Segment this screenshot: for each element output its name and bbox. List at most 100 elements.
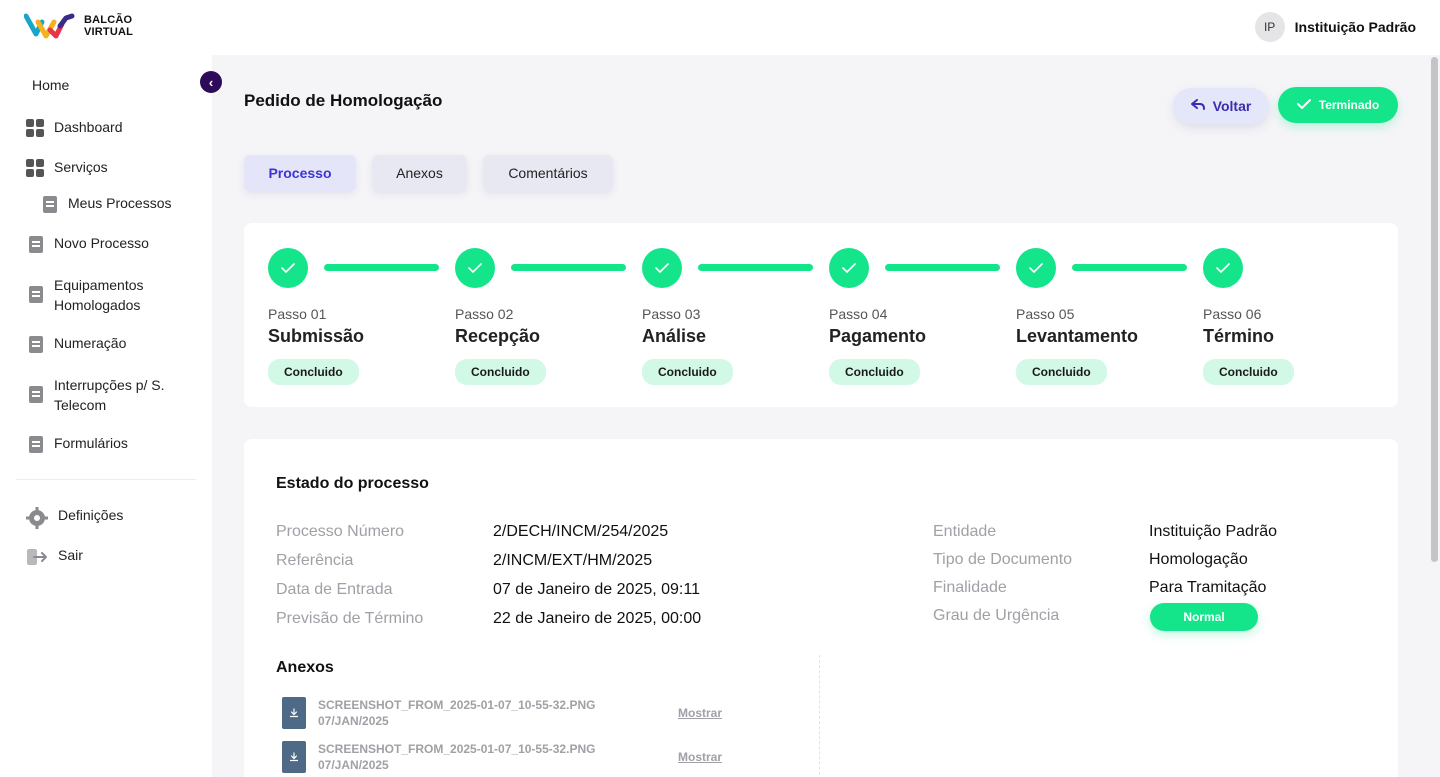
entidade-label: Entidade <box>933 523 997 540</box>
sidebar-item-label: Formulários <box>54 435 128 451</box>
app-logo[interactable]: BALCÃO VIRTUAL <box>23 12 133 40</box>
status-label: Terminado <box>1318 98 1380 112</box>
user-name: Instituição Padrão <box>1294 19 1416 35</box>
attachment-name: SCREENSHOT_FROM_2025-01-07_10-55-32.PNG <box>318 698 596 712</box>
step-name: Submissão <box>268 326 365 346</box>
show-attachment-link[interactable]: Mostrar <box>678 706 722 720</box>
gear-icon <box>26 507 48 529</box>
process-info-card: Estado do processo Processo Número 2/DEC… <box>244 439 1398 777</box>
sidebar-item-sair[interactable]: Sair <box>26 547 83 567</box>
step-levantamento: Passo 05 Levantamento Concluido <box>1016 248 1196 385</box>
status-badge: Concluido <box>1203 359 1294 385</box>
tab-processo[interactable]: Processo <box>244 155 356 191</box>
document-icon <box>26 385 46 405</box>
processo-numero-label: Processo Número <box>276 523 405 540</box>
show-attachment-link[interactable]: Mostrar <box>678 750 722 764</box>
sidebar-item-equipamentos[interactable]: Equipamentos Homologados <box>26 275 166 315</box>
previsao-termino-label: Previsão de Término <box>276 610 424 627</box>
sidebar-item-interrupcoes[interactable]: Interrupções p/ S. Telecom <box>26 375 186 415</box>
sidebar-item-label: Home <box>32 77 70 93</box>
check-circle-icon <box>268 248 308 288</box>
grid-icon <box>26 119 46 139</box>
step-number: Passo 02 <box>455 306 514 322</box>
sidebar-item-label: Sair <box>58 547 83 563</box>
column-divider <box>819 655 820 777</box>
document-icon <box>26 235 46 255</box>
step-submissao: Passo 01 Submissão Concluido <box>268 248 448 385</box>
document-icon <box>26 335 46 355</box>
top-header: BALCÃO VIRTUAL IP Instituição Padrão <box>0 0 1440 55</box>
logo-mark-icon <box>23 12 76 40</box>
check-circle-icon <box>455 248 495 288</box>
step-name: Análise <box>642 326 707 346</box>
back-button[interactable]: Voltar <box>1173 88 1269 124</box>
logo-text: BALCÃO VIRTUAL <box>84 14 133 38</box>
sidebar-item-definicoes[interactable]: Definições <box>26 507 124 529</box>
sidebar: Home Dashboard Serviços Meus Processos N… <box>0 55 212 777</box>
step-name: Levantamento <box>1016 326 1139 346</box>
attachment-info: SCREENSHOT_FROM_2025-01-07_10-55-32.PNG … <box>318 741 595 773</box>
tipo-documento-label: Tipo de Documento <box>933 551 1073 568</box>
sidebar-item-label: Equipamentos Homologados <box>54 277 144 313</box>
status-badge: Concluido <box>829 359 920 385</box>
sidebar-item-label: Definições <box>58 507 124 523</box>
data-entrada-value: 07 de Janeiro de 2025, 09:11 <box>493 581 700 598</box>
referencia-value: 2/INCM/EXT/HM/2025 <box>493 552 653 569</box>
back-button-label: Voltar <box>1212 98 1252 114</box>
step-number: Passo 06 <box>1203 306 1262 322</box>
file-download-icon[interactable] <box>282 697 306 729</box>
attachment-row: SCREENSHOT_FROM_2025-01-07_10-55-32.PNG … <box>282 697 595 729</box>
check-circle-icon <box>1203 248 1243 288</box>
document-icon <box>26 435 46 455</box>
attachment-name: SCREENSHOT_FROM_2025-01-07_10-55-32.PNG <box>318 742 596 756</box>
tab-comentarios[interactable]: Comentários <box>483 155 613 191</box>
step-recepcao: Passo 02 Recepção Concluido <box>455 248 635 385</box>
sidebar-item-label: Meus Processos <box>68 195 172 211</box>
step-number: Passo 03 <box>642 306 701 322</box>
attachment-info: SCREENSHOT_FROM_2025-01-07_10-55-32.PNG … <box>318 697 595 729</box>
sidebar-item-dashboard[interactable]: Dashboard <box>26 119 123 139</box>
referencia-label: Referência <box>276 552 354 569</box>
sidebar-item-meus-processos[interactable]: Meus Processos <box>40 195 171 215</box>
attachment-row: SCREENSHOT_FROM_2025-01-07_10-55-32.PNG … <box>282 741 595 773</box>
previsao-termino-value: 22 de Janeiro de 2025, 00:00 <box>493 610 702 627</box>
sidebar-divider <box>16 479 196 480</box>
step-number: Passo 01 <box>268 306 327 322</box>
vertical-scrollbar[interactable] <box>1428 55 1440 777</box>
finalidade-value: Para Tramitação <box>1149 579 1267 596</box>
anexos-title: Anexos <box>276 659 334 676</box>
sidebar-item-label: Serviços <box>54 159 108 175</box>
sidebar-item-label: Interrupções p/ S. Telecom <box>54 377 165 413</box>
reply-arrow-icon <box>1190 98 1205 114</box>
scrollbar-thumb[interactable] <box>1431 57 1438 562</box>
document-icon <box>40 195 60 215</box>
logo-line-2: VIRTUAL <box>84 26 134 38</box>
check-icon <box>1296 98 1311 113</box>
step-analise: Passo 03 Análise Concluido <box>642 248 822 385</box>
tab-anexos[interactable]: Anexos <box>372 155 467 191</box>
status-badge: Concluido <box>268 359 359 385</box>
file-download-icon[interactable] <box>282 741 306 773</box>
step-termino: Passo 06 Término Concluido <box>1203 248 1383 385</box>
attachment-date: 07/JAN/2025 <box>318 714 389 728</box>
status-terminado-button[interactable]: Terminado <box>1278 87 1398 123</box>
grau-urgencia-label: Grau de Urgência <box>933 607 1060 624</box>
collapse-sidebar-button[interactable]: ‹ <box>200 71 222 93</box>
status-badge: Concluido <box>642 359 733 385</box>
sidebar-item-novo-processo[interactable]: Novo Processo <box>26 235 149 255</box>
sidebar-item-home[interactable]: Home <box>32 77 69 93</box>
sidebar-item-servicos[interactable]: Serviços <box>26 159 108 179</box>
processo-numero-value: 2/DECH/INCM/254/2025 <box>493 523 669 540</box>
check-circle-icon <box>642 248 682 288</box>
sidebar-item-formularios[interactable]: Formulários <box>26 435 128 455</box>
finalidade-label: Finalidade <box>933 579 1007 596</box>
sidebar-item-numeracao[interactable]: Numeração <box>26 335 126 355</box>
logout-icon <box>26 547 47 567</box>
step-name: Recepção <box>455 326 541 346</box>
user-menu[interactable]: IP Instituição Padrão <box>1254 12 1416 42</box>
tipo-documento-value: Homologação <box>1149 551 1248 568</box>
data-entrada-label: Data de Entrada <box>276 581 393 598</box>
logo-line-1: BALCÃO <box>84 14 133 26</box>
entidade-value: Instituição Padrão <box>1149 523 1278 540</box>
sidebar-item-label: Dashboard <box>54 119 123 135</box>
